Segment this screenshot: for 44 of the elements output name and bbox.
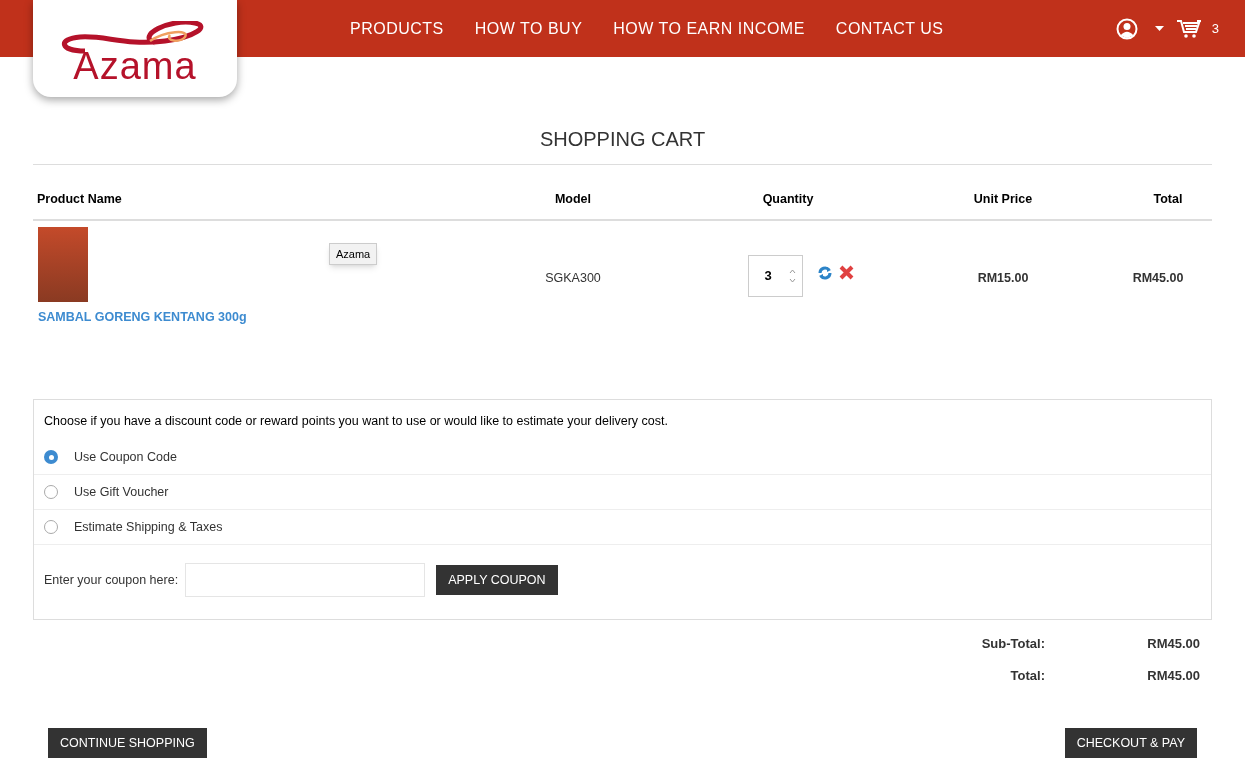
totals-value: RM45.00 xyxy=(1146,666,1200,685)
unit-price-cell-text: RM15.00 xyxy=(976,269,1030,287)
tooltip: Azama xyxy=(329,242,378,266)
radio-option[interactable]: Use Coupon Code xyxy=(34,440,1211,476)
radio-option[interactable]: Use Gift Voucher xyxy=(34,475,1211,511)
model-cell-text: SGKA300 xyxy=(544,269,602,287)
refresh-icon[interactable] xyxy=(816,264,833,281)
radio-option[interactable]: Estimate Shipping & Taxes xyxy=(34,510,1211,546)
radio-label: Use Gift Voucher xyxy=(74,483,169,501)
column-header: Product Name xyxy=(36,191,123,208)
radio-button[interactable] xyxy=(44,450,58,465)
cart-icon[interactable] xyxy=(1175,18,1202,39)
column-header: Model xyxy=(553,191,593,208)
column-header: Unit Price xyxy=(972,191,1034,208)
checkout-button[interactable]: CHECKOUT & PAY xyxy=(1064,728,1197,759)
quantity-field[interactable]: 3 xyxy=(747,254,803,297)
nav-link[interactable]: HOW TO BUY xyxy=(474,16,583,41)
logo-text: Azama xyxy=(73,47,197,85)
apply-coupon-button[interactable]: APPLY COUPON xyxy=(436,565,558,596)
cart-count: 3 xyxy=(1211,19,1219,38)
radio-button[interactable] xyxy=(44,485,58,500)
total-cell-text: RM45.00 xyxy=(1131,269,1185,287)
column-header: Total xyxy=(1152,191,1184,208)
remove-icon[interactable] xyxy=(838,264,854,280)
nav-link[interactable]: CONTACT US xyxy=(835,16,944,41)
spinner-arrows-icon[interactable] xyxy=(788,268,796,283)
continue-shopping-button[interactable]: CONTINUE SHOPPING xyxy=(48,728,207,759)
radio-label: Estimate Shipping & Taxes xyxy=(74,518,223,536)
nav-link[interactable]: HOW TO EARN INCOME xyxy=(613,16,805,41)
radio-button[interactable] xyxy=(44,520,58,535)
totals-label: Total: xyxy=(1009,666,1045,685)
coupon-input-field[interactable] xyxy=(185,563,426,598)
coupon-label: Enter your coupon here: xyxy=(44,571,179,589)
product-link[interactable]: SAMBAL GORENG KENTANG 300g xyxy=(38,307,473,327)
user-icon[interactable] xyxy=(1115,17,1138,40)
page-title: SHOPPING CART xyxy=(33,124,1212,165)
column-header: Quantity xyxy=(761,191,815,208)
logo-card[interactable]: Azama xyxy=(33,0,237,97)
nav-link[interactable]: PRODUCTS xyxy=(350,16,444,41)
radio-label: Use Coupon Code xyxy=(74,448,177,466)
options-intro: Choose if you have a discount code or reward points you want to use or would like to estimate your delivery cost. xyxy=(44,412,669,430)
caret-icon[interactable] xyxy=(1154,26,1164,31)
totals-value: RM45.00 xyxy=(1146,635,1200,654)
totals-label: Sub-Total: xyxy=(980,635,1045,654)
